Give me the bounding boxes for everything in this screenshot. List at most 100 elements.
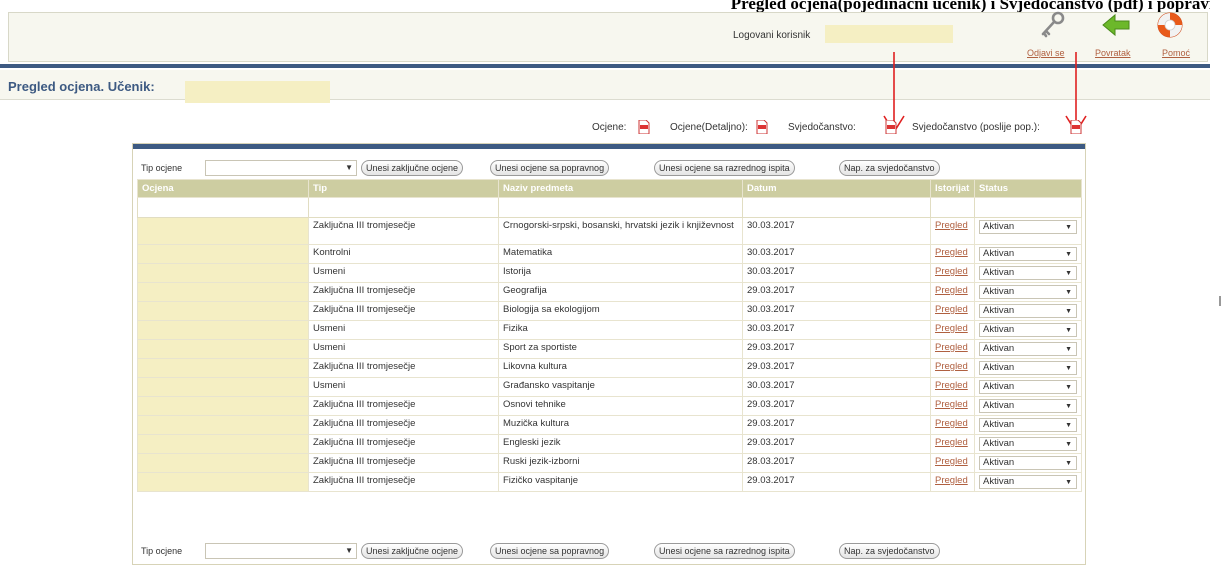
- chevron-down-icon: ▼: [1065, 365, 1072, 372]
- history-link[interactable]: Pregled: [935, 475, 968, 486]
- table-row[interactable]: Kontrolni Matematika 30.03.2017 Pregled Akti…: [137, 244, 1082, 264]
- grade-cell[interactable]: [137, 377, 309, 397]
- table-row[interactable]: Zaključna III tromjesečje Biologija sa ek…: [137, 301, 1082, 321]
- grade-type-select[interactable]: ▼: [205, 543, 357, 559]
- status-select[interactable]: Aktivan ▼: [979, 323, 1077, 337]
- chevron-down-icon: ▼: [1065, 327, 1072, 334]
- grade-cell[interactable]: [137, 339, 309, 359]
- table-row[interactable]: Zaključna III tromjesečje Likovna kultura…: [137, 358, 1082, 378]
- status-select[interactable]: Aktivan ▼: [979, 220, 1077, 234]
- subject-cell: Geografija: [498, 282, 743, 302]
- grade-cell[interactable]: [137, 358, 309, 378]
- history-link[interactable]: Pregled: [935, 380, 968, 391]
- lifebuoy-icon[interactable]: [1155, 10, 1185, 40]
- status-select[interactable]: Aktivan ▼: [979, 361, 1077, 375]
- status-cell: Aktivan ▼: [974, 320, 1082, 340]
- pdf-icon[interactable]: [885, 120, 897, 134]
- certificate-notes-button[interactable]: Nap. za svjedočanstvo: [839, 543, 940, 559]
- history-link[interactable]: Pregled: [935, 285, 968, 296]
- grade-cell[interactable]: [137, 217, 309, 245]
- table-row[interactable]: Usmeni Fizika 30.03.2017 Pregled Aktivan ▼: [137, 320, 1082, 340]
- table-row[interactable]: Zaključna III tromjesečje Crnogorski-srps…: [137, 217, 1082, 245]
- green-back-arrow-icon[interactable]: [1101, 10, 1131, 40]
- column-header[interactable]: Naziv predmeta: [498, 179, 743, 198]
- history-link[interactable]: Pregled: [935, 266, 968, 277]
- enter-class-exam-grades-button[interactable]: Unesi ocjene sa razrednog ispita: [654, 160, 795, 176]
- grade-cell[interactable]: [137, 244, 309, 264]
- pdf-icon[interactable]: [638, 120, 650, 134]
- table-row[interactable]: Zaključna III tromjesečje Muzička kultura…: [137, 415, 1082, 435]
- enter-makeup-grades-button[interactable]: Unesi ocjene sa popravnog: [490, 160, 610, 176]
- certificate-notes-button[interactable]: Nap. za svjedočanstvo: [839, 160, 940, 176]
- status-select[interactable]: Aktivan ▼: [979, 475, 1077, 489]
- grade-cell[interactable]: [137, 320, 309, 340]
- history-link[interactable]: Pregled: [935, 418, 968, 429]
- key-icon[interactable]: [1037, 10, 1067, 40]
- status-select[interactable]: Aktivan ▼: [979, 285, 1077, 299]
- table-row[interactable]: Usmeni Istorija 30.03.2017 Pregled Aktivan ▼: [137, 263, 1082, 283]
- filter-cell[interactable]: [498, 197, 743, 218]
- status-select[interactable]: Aktivan ▼: [979, 247, 1077, 261]
- status-select[interactable]: Aktivan ▼: [979, 399, 1077, 413]
- history-link[interactable]: Pregled: [935, 247, 968, 258]
- help-link[interactable]: Pomoć: [1162, 48, 1190, 58]
- status-select[interactable]: Aktivan ▼: [979, 304, 1077, 318]
- back-link[interactable]: Povratak: [1095, 48, 1131, 58]
- history-link[interactable]: Pregled: [935, 456, 968, 467]
- grade-cell[interactable]: [137, 453, 309, 473]
- subject-cell: Osnovi tehnike: [498, 396, 743, 416]
- history-link[interactable]: Pregled: [935, 361, 968, 372]
- history-link[interactable]: Pregled: [935, 220, 968, 231]
- grade-cell[interactable]: [137, 472, 309, 492]
- status-select[interactable]: Aktivan ▼: [979, 380, 1077, 394]
- grade-cell[interactable]: [137, 415, 309, 435]
- enter-final-grades-button[interactable]: Unesi zaključne ocjene: [361, 543, 464, 559]
- grade-cell[interactable]: [137, 434, 309, 454]
- table-row[interactable]: Zaključna III tromjesečje Geografija 29.03…: [137, 282, 1082, 302]
- status-select[interactable]: Aktivan ▼: [979, 266, 1077, 280]
- status-select[interactable]: Aktivan ▼: [979, 342, 1077, 356]
- column-header[interactable]: Ocjena: [137, 179, 309, 198]
- filter-cell[interactable]: [974, 197, 1082, 218]
- enter-makeup-grades-button[interactable]: Unesi ocjene sa popravnog: [490, 543, 610, 559]
- subject-cell: Biologija sa ekologijom: [498, 301, 743, 321]
- enter-class-exam-grades-button[interactable]: Unesi ocjene sa razrednog ispita: [654, 543, 795, 559]
- filter-cell[interactable]: [137, 197, 309, 218]
- filter-cell[interactable]: [308, 197, 499, 218]
- history-link[interactable]: Pregled: [935, 304, 968, 315]
- type-cell: Usmeni: [308, 377, 499, 397]
- pdf-icon[interactable]: [1070, 120, 1082, 134]
- table-row[interactable]: Usmeni Građansko vaspitanje 30.03.2017 Preg…: [137, 377, 1082, 397]
- status-select[interactable]: Aktivan ▼: [979, 437, 1077, 451]
- column-header[interactable]: Istorijat: [930, 179, 975, 198]
- history-link[interactable]: Pregled: [935, 342, 968, 353]
- enter-final-grades-button[interactable]: Unesi zaključne ocjene: [361, 160, 464, 176]
- column-header[interactable]: Tip: [308, 179, 499, 198]
- grade-cell[interactable]: [137, 263, 309, 283]
- table-row[interactable]: Zaključna III tromjesečje Fizičko vaspita…: [137, 472, 1082, 492]
- grade-cell[interactable]: [137, 301, 309, 321]
- column-header[interactable]: Status: [974, 179, 1082, 198]
- history-link[interactable]: Pregled: [935, 323, 968, 334]
- column-header[interactable]: Datum: [742, 179, 931, 198]
- logout-link[interactable]: Odjavi se: [1027, 48, 1065, 58]
- status-select[interactable]: Aktivan ▼: [979, 456, 1077, 470]
- status-select[interactable]: Aktivan ▼: [979, 418, 1077, 432]
- table-row[interactable]: Usmeni Sport za sportiste 29.03.2017 Pregle…: [137, 339, 1082, 359]
- date-cell: 30.03.2017: [742, 244, 931, 264]
- grade-cell[interactable]: [137, 396, 309, 416]
- table-row[interactable]: Zaključna III tromjesečje Ruski jezik-izb…: [137, 453, 1082, 473]
- history-link[interactable]: Pregled: [935, 399, 968, 410]
- chevron-down-icon: ▼: [1065, 289, 1072, 296]
- table-row[interactable]: Zaključna III tromjesečje Osnovi tehnike 2…: [137, 396, 1082, 416]
- table-row[interactable]: Zaključna III tromjesečje Engleski jezik 2…: [137, 434, 1082, 454]
- pdf-icon[interactable]: [756, 120, 768, 134]
- grade-cell[interactable]: [137, 282, 309, 302]
- subject-cell: Ruski jezik-izborni: [498, 453, 743, 473]
- filter-cell[interactable]: [930, 197, 975, 218]
- filter-cell[interactable]: [742, 197, 931, 218]
- chevron-down-icon: ▼: [345, 546, 353, 555]
- grade-type-select[interactable]: ▼: [205, 160, 357, 176]
- page-scrollbar[interactable]: [1210, 0, 1223, 573]
- history-link[interactable]: Pregled: [935, 437, 968, 448]
